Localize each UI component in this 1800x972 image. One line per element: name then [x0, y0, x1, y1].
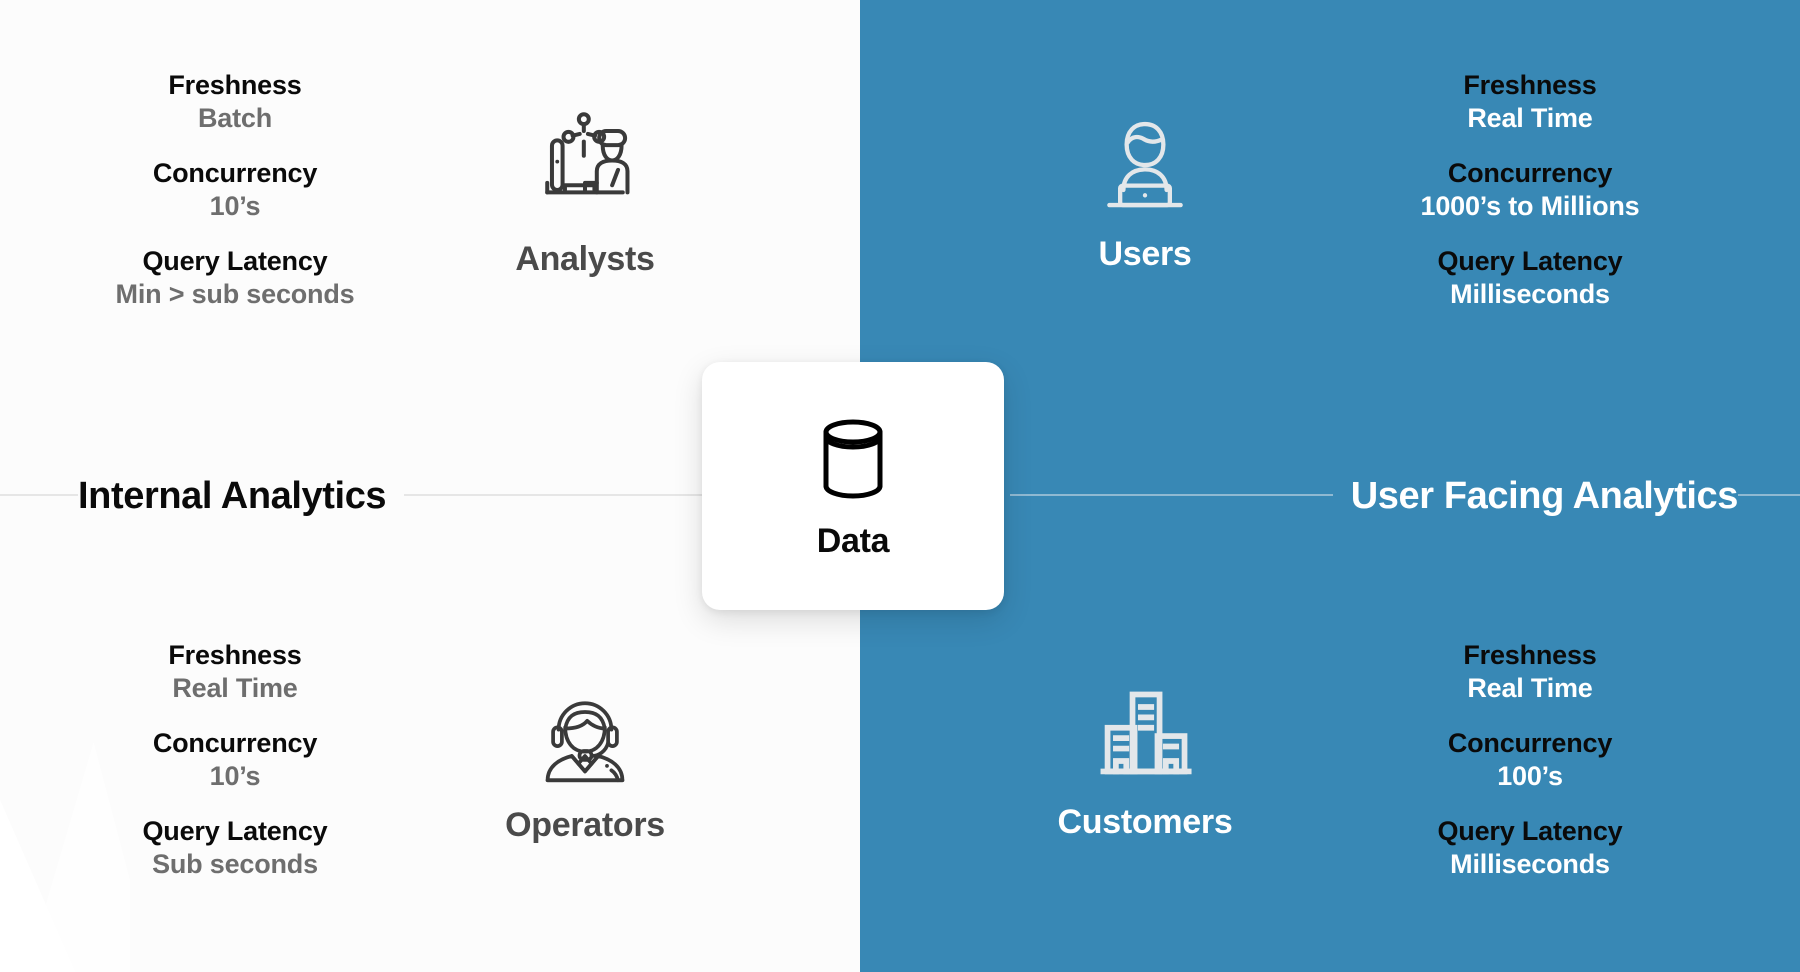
stat-value: Batch — [197, 103, 272, 134]
stat-query-latency: Query Latency Sub seconds — [0, 815, 470, 881]
quadrant-analysts: Freshness Batch Concurrency 10’s Query L… — [0, 20, 700, 360]
stat-label: Query Latency — [142, 245, 328, 276]
stat-label: Freshness — [1463, 640, 1597, 671]
users-stats: Freshness Real Time Concurrency 1000’s t… — [1260, 69, 1800, 311]
stat-freshness: Freshness Batch — [0, 69, 470, 135]
stat-label: Freshness — [168, 70, 302, 101]
stat-freshness: Freshness Real Time — [0, 639, 470, 705]
stat-value: Real Time — [172, 673, 298, 704]
customers-stats: Freshness Real Time Concurrency 100’s Qu… — [1260, 639, 1800, 881]
stat-label: Concurrency — [152, 728, 318, 759]
persona-operators: Operators — [470, 679, 700, 842]
stat-label: Freshness — [1463, 70, 1597, 101]
stat-query-latency: Query Latency Min > sub seconds — [0, 245, 470, 311]
database-cylinder-icon — [814, 415, 892, 508]
stat-concurrency: Concurrency 10’s — [0, 727, 470, 793]
operators-stats: Freshness Real Time Concurrency 10’s Que… — [0, 639, 470, 881]
stat-value: Min > sub seconds — [115, 278, 355, 309]
stat-label: Concurrency — [1447, 728, 1613, 759]
stat-concurrency: Concurrency 10’s — [0, 157, 470, 223]
office-buildings-icon — [1093, 682, 1197, 791]
quadrant-users: Users Freshness Real Time Concurrency 10… — [1030, 20, 1800, 360]
stat-label: Concurrency — [1447, 158, 1613, 189]
stat-value: Sub seconds — [152, 848, 318, 879]
stat-label: Query Latency — [142, 815, 328, 846]
persona-customers: Customers — [1030, 682, 1260, 839]
stat-label: Freshness — [168, 640, 302, 671]
stat-concurrency: Concurrency 100’s — [1260, 727, 1800, 793]
analyst-at-desk-icon — [526, 105, 644, 228]
stat-value: Real Time — [1467, 103, 1593, 134]
stat-value: 100’s — [1497, 761, 1563, 791]
headset-operator-icon — [530, 679, 640, 794]
person-with-laptop-icon — [1091, 110, 1199, 223]
data-card: Data — [702, 362, 1004, 610]
stat-value: 10’s — [209, 761, 261, 791]
stat-query-latency: Query Latency Milliseconds — [1260, 815, 1800, 881]
persona-users: Users — [1030, 110, 1260, 271]
stat-freshness: Freshness Real Time — [1260, 69, 1800, 135]
stat-label: Query Latency — [1437, 815, 1623, 846]
section-title-user-facing-analytics: User Facing Analytics — [1332, 470, 1738, 524]
stat-freshness: Freshness Real Time — [1260, 639, 1800, 705]
persona-label: Analysts — [515, 239, 655, 278]
persona-label: Customers — [1057, 802, 1233, 841]
stat-label: Query Latency — [1437, 245, 1623, 276]
stat-value: Real Time — [1467, 673, 1593, 704]
persona-analysts: Analysts — [470, 105, 700, 276]
quadrant-customers: Customers Freshness Real Time Concurrenc… — [1030, 590, 1800, 930]
persona-label: Operators — [505, 805, 665, 844]
persona-label: Users — [1098, 234, 1192, 273]
data-card-label: Data — [816, 521, 890, 560]
stat-value: Milliseconds — [1450, 278, 1610, 309]
quadrant-operators: Freshness Real Time Concurrency 10’s Que… — [0, 590, 700, 930]
stat-query-latency: Query Latency Milliseconds — [1260, 245, 1800, 311]
section-title-internal-analytics: Internal Analytics — [78, 470, 405, 524]
analysts-stats: Freshness Batch Concurrency 10’s Query L… — [0, 69, 470, 311]
stat-value: 10’s — [209, 191, 261, 221]
stat-concurrency: Concurrency 1000’s to Millions — [1260, 157, 1800, 223]
stat-label: Concurrency — [152, 158, 318, 189]
stat-value: 1000’s to Millions — [1420, 191, 1640, 221]
stat-value: Milliseconds — [1450, 848, 1610, 879]
diagram-canvas: Freshness Batch Concurrency 10’s Query L… — [0, 0, 1800, 972]
